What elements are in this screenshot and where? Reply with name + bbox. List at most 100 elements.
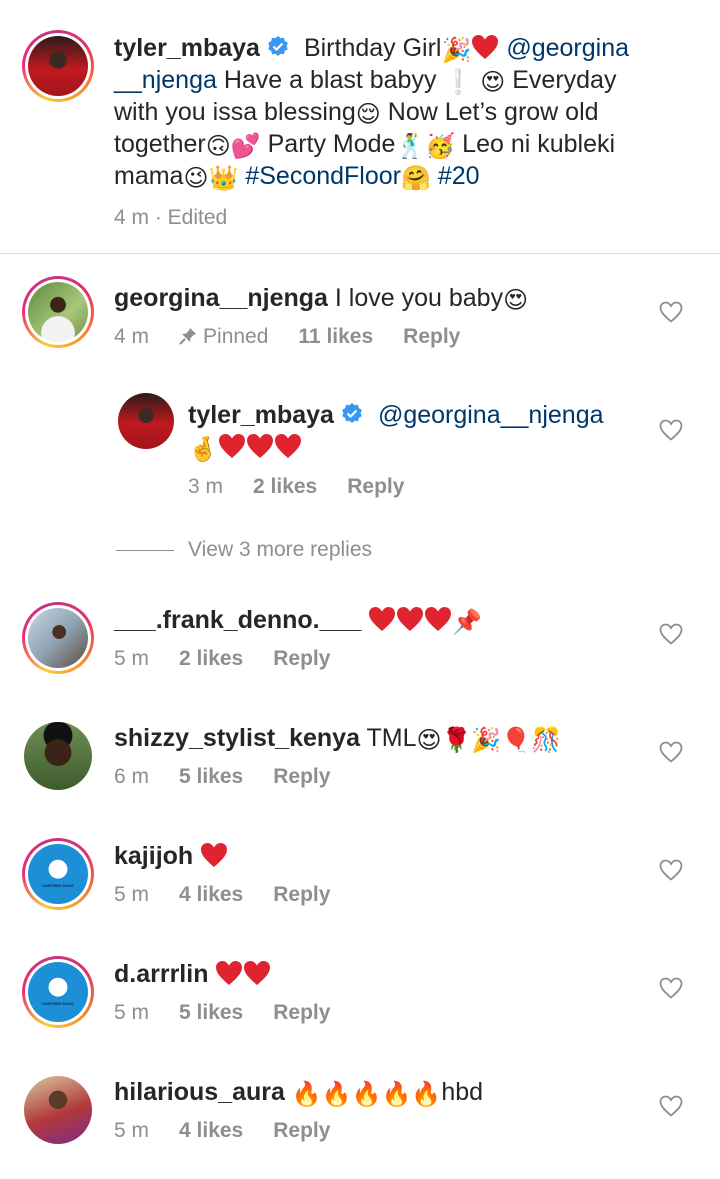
caption-part: together: [114, 130, 206, 158]
comment-avatar-georgina[interactable]: [22, 276, 94, 348]
comment-meta: 5 m 4 likes Reply: [114, 1119, 360, 1143]
post-caption: tyler_mbaya Birthday Girl🎉 @georgina __nj…: [0, 0, 720, 254]
comment-time: 5 m: [114, 647, 150, 670]
comment-username[interactable]: d.arrrlin: [114, 960, 208, 988]
hugging-face-icon: 🤗: [401, 164, 431, 192]
red-heart-icon: [396, 606, 424, 632]
caption-mention-cont[interactable]: __njenga: [114, 66, 217, 94]
red-heart-icon: [368, 606, 396, 632]
likes-count[interactable]: 2 likes: [179, 647, 243, 670]
comment-username[interactable]: georgina__njenga: [114, 284, 328, 312]
caption-text: tyler_mbaya Birthday Girl🎉 @georgina __nj…: [114, 32, 694, 192]
red-heart-icon: [424, 606, 452, 632]
comment-time: 5 m: [114, 1001, 150, 1024]
comment-meta: 5 m 5 likes Reply: [114, 1001, 360, 1025]
likes-count[interactable]: 5 likes: [179, 1001, 243, 1024]
comment-time: 5 m: [114, 883, 150, 906]
pin-icon: [179, 328, 197, 345]
caption-mention[interactable]: @georgina: [506, 34, 629, 62]
pinned-text: Pinned: [203, 325, 269, 348]
comment-text: shizzy_stylist_kenya TML😍🌹🎉🎈🎊: [114, 722, 654, 754]
reply-username[interactable]: tyler_mbaya: [188, 401, 334, 429]
comment-avatar-hilarious[interactable]: [24, 1076, 92, 1144]
like-heart-icon[interactable]: [659, 301, 683, 323]
caption-part: Leo ni kubleki: [455, 130, 616, 158]
like-heart-icon[interactable]: [659, 1095, 683, 1117]
comment-avatar-shizzy[interactable]: [24, 722, 92, 790]
caption-part: Birthday Girl: [303, 34, 442, 62]
comment-text: ___.frank_denno.___ 📌: [114, 604, 654, 636]
fire-icon: 🔥: [351, 1080, 382, 1108]
uniform-gang-logo-text: UNIFORM GANG: [42, 1001, 74, 1006]
view-more-replies[interactable]: View 3 more replies: [116, 538, 372, 562]
caption-part: mama: [114, 162, 184, 190]
fire-icon: 🔥: [321, 1080, 352, 1108]
comment-meta: 5 m 2 likes Reply: [114, 647, 360, 671]
exclamation-icon: ❕: [443, 68, 474, 96]
comment-username[interactable]: hilarious_aura: [114, 1078, 285, 1106]
hashtag-20[interactable]: #20: [438, 162, 480, 190]
reply-button[interactable]: Reply: [273, 647, 330, 670]
likes-count[interactable]: 2 likes: [253, 475, 317, 498]
red-heart-icon: [200, 842, 228, 868]
heart-eyes-icon: 😍: [416, 726, 442, 754]
party-popper-icon: 🎉: [471, 726, 502, 754]
party-popper-icon: 🎉: [441, 36, 472, 64]
reply-text: tyler_mbaya @georgina__njenga 🤞: [188, 399, 658, 463]
comment-avatar-kajijoh[interactable]: UNIFORM GANG: [22, 838, 94, 910]
caption-meta: 4 m · Edited: [114, 206, 228, 229]
upside-down-face-icon: 🙃: [205, 132, 231, 160]
comment-time: 4 m: [114, 325, 150, 348]
reply-button[interactable]: Reply: [273, 1001, 330, 1024]
likes-count[interactable]: 11 likes: [298, 325, 373, 348]
like-heart-icon[interactable]: [659, 623, 683, 645]
uniform-gang-logo-text: UNIFORM GANG: [42, 883, 74, 888]
comment-text: d.arrrlin: [114, 958, 654, 990]
view-more-label[interactable]: View 3 more replies: [188, 538, 372, 561]
heart-eyes-icon: 😍: [480, 68, 506, 96]
likes-count[interactable]: 4 likes: [179, 883, 243, 906]
comment-avatar-frank[interactable]: [22, 602, 94, 674]
pushpin-icon: 📌: [452, 608, 483, 636]
comment-time: 3 m: [188, 475, 224, 498]
reply-button[interactable]: Reply: [347, 475, 404, 498]
likes-count[interactable]: 5 likes: [179, 765, 243, 788]
like-heart-icon[interactable]: [659, 741, 683, 763]
party-face-icon: 🥳: [425, 132, 456, 160]
comment-meta: 6 m 5 likes Reply: [114, 765, 360, 789]
reply-meta: 3 m 2 likes Reply: [188, 475, 434, 499]
comment-time: 6 m: [114, 765, 150, 788]
wink-icon: 😉: [183, 164, 209, 192]
like-heart-icon[interactable]: [659, 859, 683, 881]
likes-count[interactable]: 4 likes: [179, 1119, 243, 1142]
like-heart-icon[interactable]: [659, 977, 683, 999]
comment-text: hilarious_aura 🔥🔥🔥🔥🔥hbd: [114, 1076, 654, 1108]
comment-username[interactable]: shizzy_stylist_kenya: [114, 724, 360, 752]
reply-button[interactable]: Reply: [273, 1119, 330, 1142]
dancer-icon: 🕺: [395, 132, 426, 160]
comment-body: TML: [366, 724, 417, 752]
comment-meta: 5 m 4 likes Reply: [114, 883, 360, 907]
reply-button[interactable]: Reply: [273, 765, 330, 788]
like-heart-icon[interactable]: [659, 419, 683, 441]
comment-avatar-darrrlin[interactable]: UNIFORM GANG: [22, 956, 94, 1028]
caption-avatar[interactable]: [22, 30, 94, 102]
red-heart-icon: [274, 433, 302, 459]
comment-username[interactable]: ___.frank_denno.___: [114, 606, 361, 634]
red-heart-icon: [471, 34, 499, 60]
pinned-label: Pinned: [179, 325, 268, 348]
relieved-face-icon: 😌: [355, 100, 381, 128]
red-heart-icon: [215, 960, 243, 986]
comment-username[interactable]: kajijoh: [114, 842, 193, 870]
rose-icon: 🌹: [441, 726, 472, 754]
caption-username[interactable]: tyler_mbaya: [114, 34, 260, 62]
comment-meta: 4 m Pinned 11 likes Reply: [114, 325, 490, 349]
comment-body: hbd: [441, 1078, 484, 1106]
reply-avatar-tyler[interactable]: [118, 393, 174, 449]
reply-button[interactable]: Reply: [403, 325, 460, 348]
reply-mention[interactable]: @georgina__njenga: [378, 401, 604, 429]
reply-button[interactable]: Reply: [273, 883, 330, 906]
comment-body: I love you baby: [334, 284, 504, 312]
hashtag-secondfloor[interactable]: #SecondFloor: [245, 162, 401, 190]
verified-icon: [340, 402, 364, 426]
